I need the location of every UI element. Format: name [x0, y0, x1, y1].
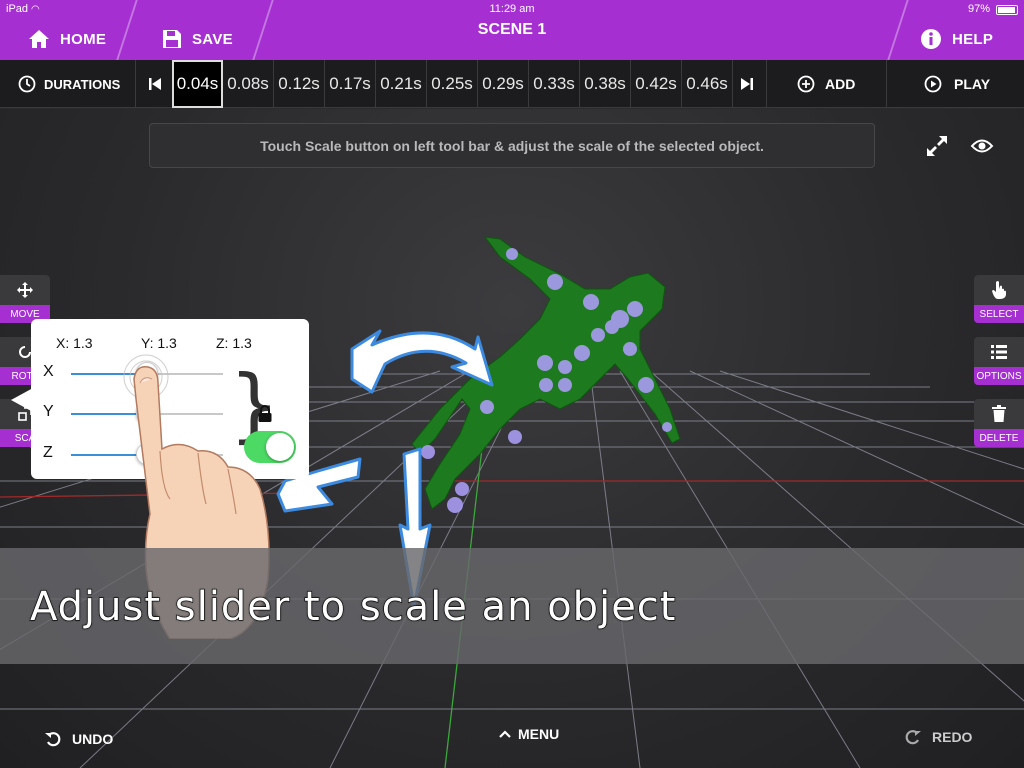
redo-label: REDO — [932, 729, 973, 745]
options-tool-button[interactable]: OPTIONS — [974, 337, 1024, 385]
info-icon — [921, 29, 941, 49]
status-battery: 97% — [967, 3, 990, 15]
move-icon — [0, 279, 50, 301]
redo-icon — [905, 730, 921, 745]
popup-pointer — [11, 388, 33, 412]
x-scale-value: X: 1.3 — [56, 335, 93, 351]
timeline-frame[interactable]: 0.46s — [682, 60, 733, 108]
select-tool-button[interactable]: SELECT — [974, 275, 1024, 323]
undo-label: UNDO — [72, 731, 114, 747]
eye-icon — [970, 139, 994, 153]
instruction-banner: Touch Scale button on left tool bar & ad… — [149, 123, 875, 168]
divider — [135, 60, 136, 108]
help-label: HELP — [952, 30, 994, 48]
play-button[interactable]: PLAY — [924, 60, 990, 108]
x-axis-label: X — [43, 363, 54, 380]
options-label: OPTIONS — [974, 367, 1024, 385]
add-frame-button[interactable]: ADD — [797, 60, 855, 108]
timeline-frame[interactable]: 0.08s — [223, 60, 274, 108]
delete-tool-button[interactable]: DELETE — [974, 399, 1024, 447]
delete-label: DELETE — [974, 429, 1024, 447]
expand-icon — [927, 136, 947, 156]
fullscreen-button[interactable] — [924, 133, 950, 159]
3d-viewport[interactable]: Touch Scale button on left tool bar & ad… — [0, 109, 1024, 768]
divider — [886, 60, 887, 108]
scene-title[interactable]: SCENE 1 — [0, 18, 1024, 60]
frame-strip: 0.04s 0.08s 0.12s 0.17s 0.21s 0.25s 0.29s 0.33s… — [172, 60, 733, 108]
divider — [766, 60, 767, 108]
move-tool-button[interactable]: MOVE — [0, 275, 50, 323]
skip-back-button[interactable] — [145, 72, 165, 96]
timeline-frame[interactable]: 0.29s — [478, 60, 529, 108]
timeline-bar: DURATIONS 0.04s 0.08s 0.12s 0.17s 0.21s 0.25s… — [0, 60, 1024, 108]
play-label: PLAY — [954, 76, 991, 92]
tutorial-caption: Adjust slider to scale an object — [29, 583, 677, 630]
hand-pointer-icon — [974, 279, 1024, 301]
chevron-up-icon — [499, 730, 511, 738]
redo-button[interactable]: REDO — [904, 724, 972, 750]
timeline-frame[interactable]: 0.25s — [427, 60, 478, 108]
list-icon — [974, 341, 1024, 363]
trash-icon — [974, 403, 1024, 425]
help-button[interactable]: HELP — [920, 18, 993, 60]
timeline-frame[interactable]: 0.21s — [376, 60, 427, 108]
y-axis-label: Y — [43, 403, 54, 420]
undo-button[interactable]: UNDO — [44, 726, 113, 752]
skip-forward-icon — [741, 78, 753, 90]
timeline-frame[interactable]: 0.12s — [274, 60, 325, 108]
timeline-frame[interactable]: 0.33s — [529, 60, 580, 108]
menu-label: MENU — [518, 726, 560, 742]
clock-icon — [18, 75, 36, 93]
select-label: SELECT — [974, 305, 1024, 323]
skip-forward-button[interactable] — [737, 72, 757, 96]
status-time: 11:29 am — [489, 3, 535, 15]
play-circle-icon — [924, 75, 942, 93]
timeline-frame[interactable]: 0.38s — [580, 60, 631, 108]
timeline-frame[interactable]: 0.42s — [631, 60, 682, 108]
durations-button[interactable]: DURATIONS — [18, 60, 120, 108]
battery-icon — [996, 5, 1018, 15]
durations-label: DURATIONS — [44, 76, 121, 92]
timeline-frame[interactable]: 0.04s — [172, 60, 223, 108]
add-label: ADD — [825, 76, 856, 92]
menu-button[interactable]: MENU — [498, 721, 559, 747]
visibility-button[interactable] — [970, 135, 994, 157]
z-axis-label: Z — [43, 444, 53, 461]
timeline-frame[interactable]: 0.17s — [325, 60, 376, 108]
undo-icon — [45, 732, 61, 747]
add-circle-icon — [797, 75, 815, 93]
top-bar: iPad ◠ 11:29 am 97% HOME SAVE SCENE 1 HEL… — [0, 0, 1024, 60]
skip-back-icon — [149, 78, 161, 90]
status-bar: iPad ◠ 11:29 am 97% — [0, 0, 1024, 18]
